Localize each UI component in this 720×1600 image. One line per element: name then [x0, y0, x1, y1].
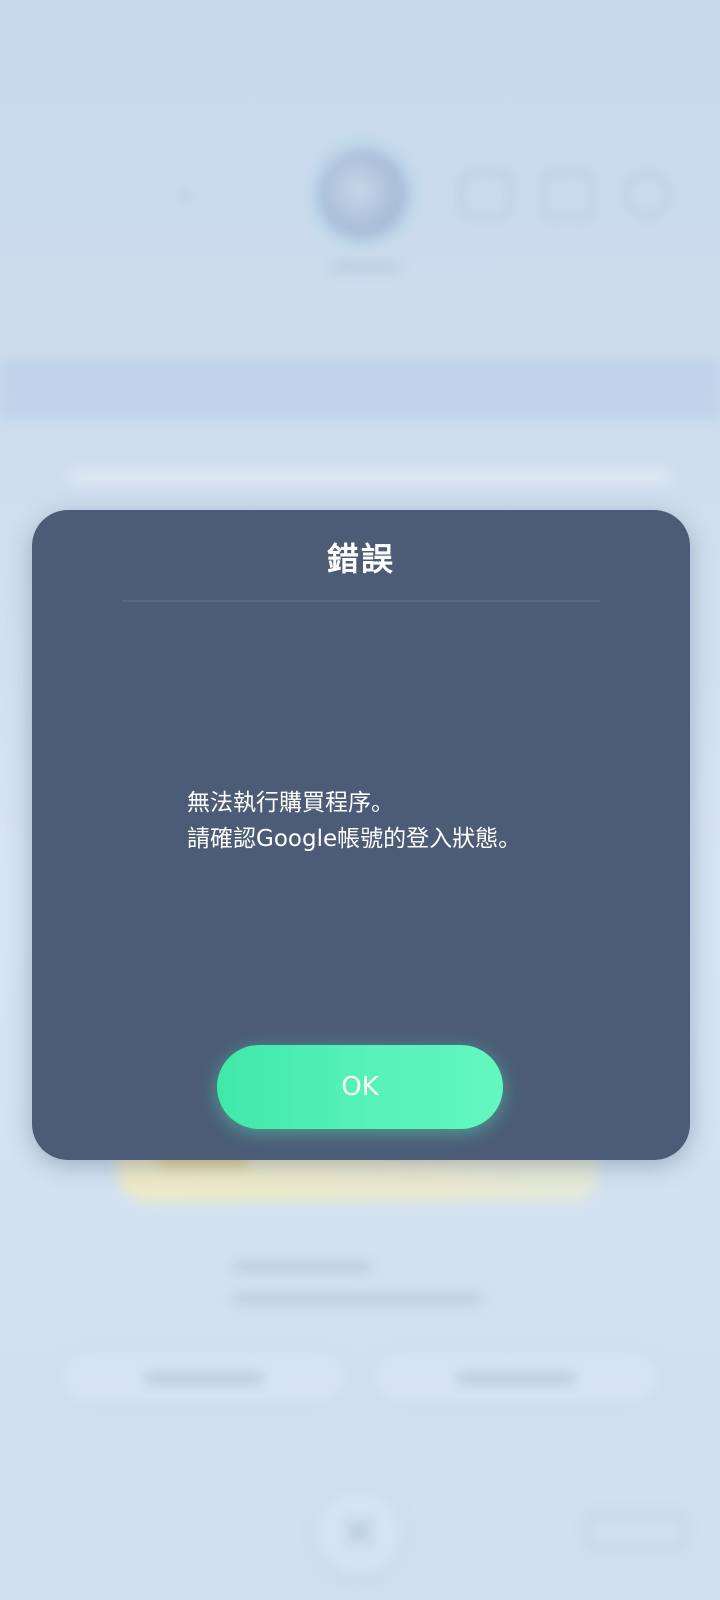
chat-icon — [542, 172, 594, 218]
dialog-title: 錯誤 — [326, 540, 395, 578]
background-username — [330, 262, 400, 272]
dialog-message-line: 請確認Google帳號的登入狀態。 — [187, 826, 522, 852]
dialog-message: 無法執行購買程序。 請確認Google帳號的登入狀態。 — [187, 785, 647, 857]
avatar — [318, 150, 408, 240]
error-dialog: 錯誤 無法執行購買程序。 請確認Google帳號的登入狀態。 OK — [32, 510, 690, 1160]
settings-icon — [624, 172, 670, 218]
background-text-line — [232, 1294, 482, 1304]
background-card-edge — [70, 470, 670, 484]
dialog-message-line: 無法執行購買程序。 — [187, 790, 394, 816]
background-button-label — [144, 1373, 264, 1383]
background-band — [0, 360, 720, 420]
screen: ‹ ✕ 錯誤 無法執行購買程序。 請確認Google帳號的登入狀態。 OK — [0, 0, 720, 1600]
ok-button[interactable]: OK — [217, 1045, 503, 1129]
background-right-button — [372, 1352, 660, 1404]
close-icon: ✕ — [316, 1490, 402, 1576]
dialog-divider — [122, 600, 600, 602]
background-text-line — [232, 1262, 372, 1272]
back-icon: ‹ — [178, 175, 192, 215]
background-corner-badge — [586, 1514, 686, 1548]
background-left-button — [60, 1352, 348, 1404]
mail-icon — [460, 172, 512, 218]
background-button-label — [456, 1373, 576, 1383]
